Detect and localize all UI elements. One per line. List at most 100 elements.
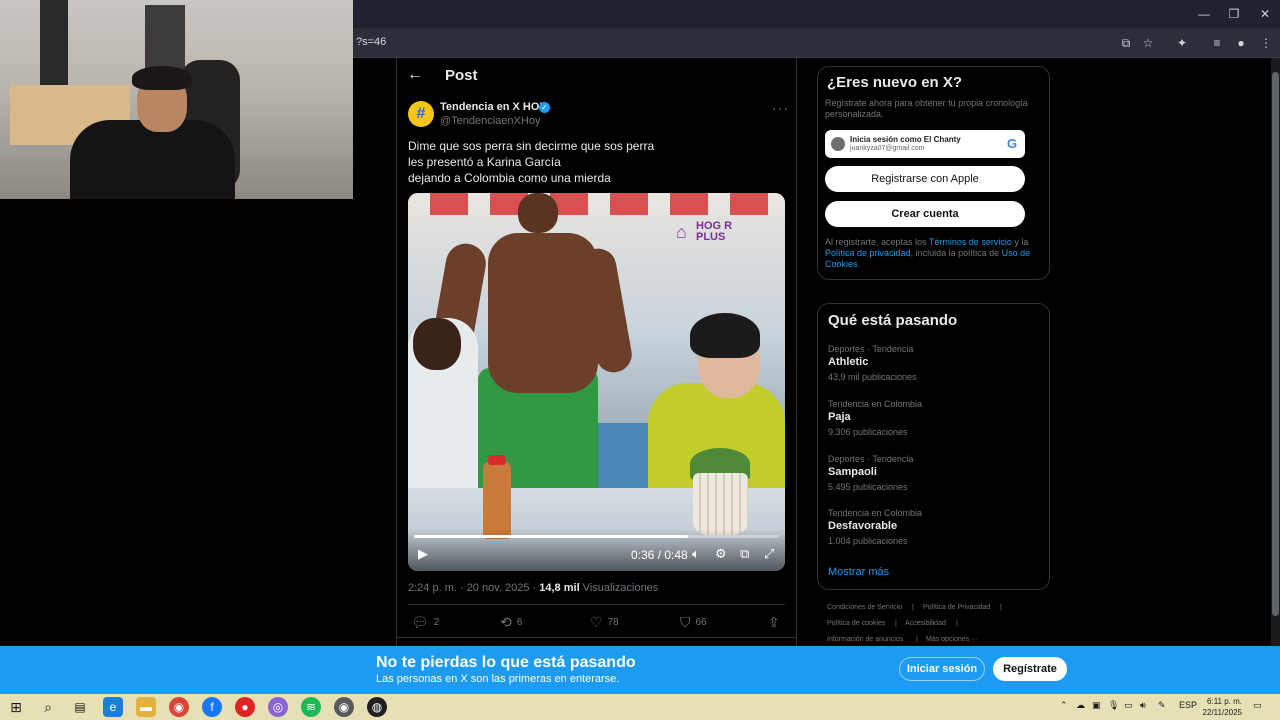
facebook-icon[interactable]: f <box>202 697 222 717</box>
settings-gear-icon[interactable]: ⚙ <box>715 546 727 562</box>
terms-link[interactable]: Términos de servicio <box>929 237 1012 247</box>
bookmark-button[interactable]: ⛉ 66 <box>680 614 707 631</box>
show-more-link[interactable]: Mostrar más <box>828 566 889 578</box>
tray-chevron-icon[interactable]: ⌃ <box>1060 700 1068 711</box>
footer-link[interactable]: Información de anuncios <box>827 636 903 643</box>
url-text[interactable]: ?s=46 <box>356 36 386 48</box>
close-window-button[interactable]: ✕ <box>1250 6 1280 22</box>
video-time: 0:36 / 0:48 <box>631 548 688 562</box>
scrollbar-thumb[interactable] <box>1272 72 1279 616</box>
legal-end: . <box>857 259 861 269</box>
trend-name[interactable]: Athletic <box>828 356 868 368</box>
video-player[interactable]: ⌂ HOG R PLUS ▶ 0:36 / 0:48 🔈︎ ⚙ ⧉ ⤢ <box>408 193 785 571</box>
footer-link[interactable]: Accesibilidad <box>905 620 946 627</box>
webcam-overlay <box>0 0 353 199</box>
extensions-icon[interactable]: ✦ <box>1173 34 1191 52</box>
tray-device-icon[interactable]: ▣ <box>1092 700 1101 711</box>
legal-mid2: , incluida la política de <box>910 248 1002 258</box>
video-scene-stripes <box>408 193 785 215</box>
tray-mic-icon[interactable]: 🎙︎ <box>1108 700 1119 711</box>
signup-button[interactable]: Regístrate <box>993 657 1067 681</box>
trend-name[interactable]: Paja <box>828 411 851 423</box>
webcam-background-door <box>40 0 68 90</box>
post-header-title: Post <box>445 67 478 84</box>
notifications-icon[interactable]: ▭ <box>1253 700 1262 711</box>
divider <box>408 604 785 605</box>
browser-menu-icon[interactable]: ⋮ <box>1257 34 1275 52</box>
fullscreen-icon[interactable]: ⤢ <box>764 546 774 562</box>
back-arrow-icon[interactable]: ← <box>407 66 423 84</box>
footer-link[interactable]: Más opciones ··· <box>926 636 978 643</box>
volume-icon[interactable]: 🔈︎ <box>692 546 700 562</box>
apple-signup-button[interactable]: Registrarse con Apple <box>825 166 1025 192</box>
tray-language[interactable]: ESP <box>1179 700 1197 710</box>
share-button[interactable]: ⇪ <box>768 614 785 631</box>
tray-volume-icon[interactable]: 🔊︎ <box>1140 700 1146 711</box>
tweet-meta: 2:24 p. m. · 20 nov. 2025 · 14,8 mil Vis… <box>408 582 658 594</box>
tweet-text-line: Dime que sos perra sin decirme que sos p… <box>408 139 655 153</box>
banner-subtitle: Las personas en X son las primeras en en… <box>376 673 620 685</box>
media-app-icon[interactable]: ● <box>235 697 255 717</box>
video-plant-pot <box>693 473 748 535</box>
footer-separator: | <box>912 604 914 611</box>
search-icon[interactable]: ⌕ <box>38 697 58 717</box>
tray-pen-icon[interactable]: ✎ <box>1158 700 1166 711</box>
picture-in-picture-icon[interactable]: ⧉ <box>740 546 749 562</box>
windows-taskbar <box>0 694 1280 720</box>
footer-link[interactable]: Condiciones de Servicio <box>827 604 902 611</box>
bookmark-star-icon[interactable]: ☆ <box>1139 34 1157 52</box>
chrome-icon[interactable]: ◉ <box>169 697 189 717</box>
trend-count: 1.004 publicaciones <box>828 536 908 546</box>
login-button[interactable]: Iniciar sesión <box>899 657 985 681</box>
author-handle[interactable]: @TendenciaenXHoy <box>440 115 540 127</box>
video-bottle <box>483 461 511 539</box>
video-channel-logo: ⌂ HOG R PLUS <box>676 221 748 245</box>
google-account-avatar <box>831 137 845 151</box>
trend-name[interactable]: Sampaoli <box>828 466 877 478</box>
google-signin-button[interactable]: Inicia sesión como El Chanty juankyza07@… <box>825 130 1025 158</box>
video-logo-line2: PLUS <box>696 231 726 243</box>
chat-app-icon[interactable]: ◎ <box>268 697 288 717</box>
tray-display-icon[interactable]: ▭ <box>1124 700 1133 711</box>
profile-avatar-icon[interactable]: ● <box>1232 34 1250 52</box>
file-explorer-icon[interactable]: ▬ <box>136 697 156 717</box>
minimize-button[interactable]: — <box>1189 6 1219 22</box>
restore-button[interactable]: ❐ <box>1219 6 1249 22</box>
footer-separator: | <box>956 620 958 627</box>
more-options-icon[interactable]: ··· <box>772 100 789 116</box>
trends-title: Qué está pasando <box>828 312 958 329</box>
like-button[interactable]: ♡ 78 <box>590 614 619 631</box>
footer-link[interactable]: Política de cookies <box>827 620 885 627</box>
edge-browser-icon[interactable]: e <box>103 697 123 717</box>
reply-count: 2 <box>433 617 440 628</box>
tweet-timestamp[interactable]: 2:24 p. m. · 20 nov. 2025 · <box>408 582 539 594</box>
cast-icon[interactable]: ⧉ <box>1117 34 1135 52</box>
chrome-profile-icon[interactable]: ◉ <box>334 697 354 717</box>
windows-start-icon[interactable]: ⊞ <box>6 697 26 717</box>
author-name[interactable]: Tendencia en X HOY <box>440 101 547 113</box>
clock-date: 22/11/2025 <box>1202 708 1242 717</box>
video-progress-fill[interactable] <box>414 535 688 538</box>
author-avatar[interactable]: # <box>408 101 434 127</box>
task-view-icon[interactable]: ▤ <box>70 697 90 717</box>
signup-legal-text: Al registrarte, aceptas los Términos de … <box>825 237 1035 270</box>
trend-name[interactable]: Desfavorable <box>828 520 897 532</box>
retweet-button[interactable]: ⟲ 6 <box>500 614 522 631</box>
spotify-icon[interactable]: ≋ <box>301 697 321 717</box>
footer-link[interactable]: Política de Privacidad <box>923 604 990 611</box>
tray-network-icon[interactable]: ☁ <box>1076 700 1085 711</box>
create-account-button[interactable]: Crear cuenta <box>825 201 1025 227</box>
retweet-icon: ⟲ <box>500 614 512 630</box>
views-label: Visualizaciones <box>579 582 659 594</box>
taskbar-clock[interactable]: 6:11 p. m. 22/11/2025 <box>1200 696 1242 718</box>
reply-button[interactable]: 💬︎ 2 <box>411 614 439 631</box>
privacy-link[interactable]: Política de privacidad <box>825 248 911 258</box>
house-icon: ⌂ <box>676 222 687 242</box>
media-control-icon[interactable]: ≡ <box>1208 34 1226 52</box>
video-bottle-cap <box>488 455 506 465</box>
webcam-person-hair <box>132 66 192 90</box>
retweet-count: 6 <box>516 617 523 628</box>
bookmark-icon: ⛉ <box>680 614 691 630</box>
play-icon[interactable]: ▶ <box>418 546 428 562</box>
obs-icon[interactable]: ◍ <box>367 697 387 717</box>
